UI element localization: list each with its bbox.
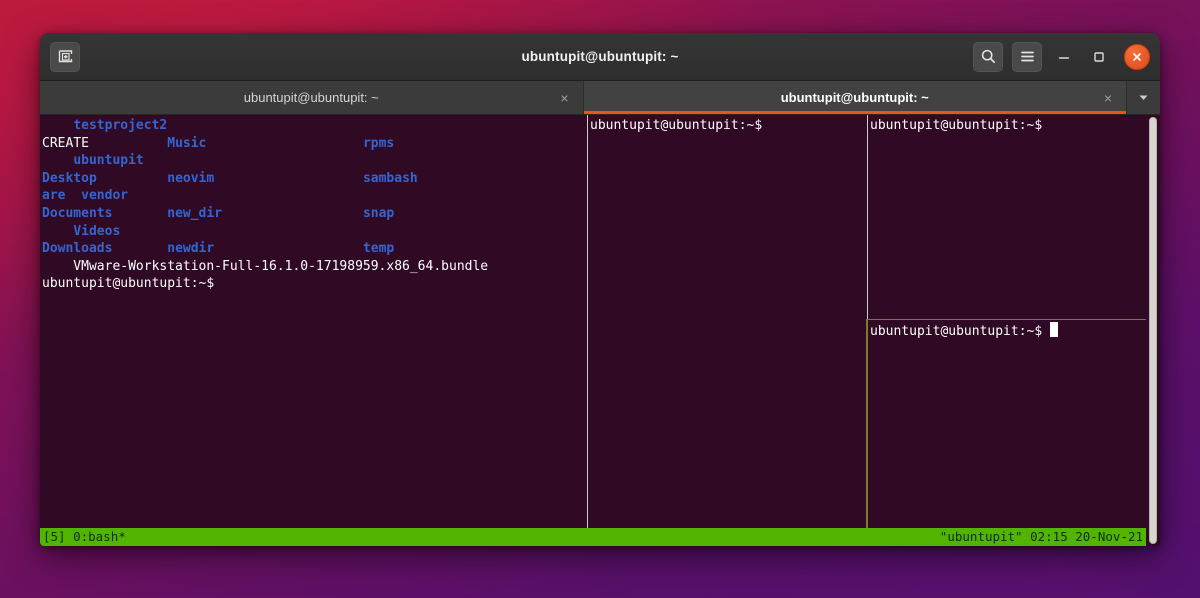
tmux-session[interactable]: testproject2 CREATE Music rpms ubuntupit… [40, 115, 1146, 546]
tab-label: ubuntupit@ubuntupit: ~ [243, 90, 379, 105]
scrollbar-thumb[interactable] [1149, 117, 1157, 544]
tab-close-button[interactable]: × [1100, 90, 1116, 106]
text-cursor [1050, 322, 1059, 337]
terminal-line: Videos [42, 223, 587, 241]
line-segment: sambash [362, 170, 418, 186]
new-tab-button[interactable] [50, 41, 80, 72]
terminal-line: VMware-Workstation-Full-16.1.0-17198959.… [42, 258, 587, 276]
terminal-prompt-line: ubuntupit@ubuntupit:~$ [42, 275, 587, 293]
tmux-pane-left[interactable]: testproject2 CREATE Music rpms ubuntupit… [40, 115, 587, 528]
line-segment: VMware-Workstation-Full-16.1.0-17198959.… [42, 258, 489, 274]
terminal-scrollbar[interactable] [1146, 115, 1160, 546]
prompt-text: ubuntupit@ubuntupit:~$ [590, 118, 763, 133]
line-segment: neovim [167, 170, 215, 186]
line-segment: new_dir [167, 205, 223, 221]
line-segment: vendor [81, 188, 129, 204]
line-segment [65, 188, 81, 203]
line-segment [112, 241, 167, 256]
prompt-text: ubuntupit@ubuntupit:~$ [870, 118, 1043, 133]
line-segment: CREATE [42, 135, 89, 151]
close-icon [1133, 52, 1141, 61]
maximize-button[interactable] [1086, 44, 1112, 70]
line-segment: ubuntupit@ubuntupit:~$ [42, 276, 215, 292]
terminal-line: are vendor [42, 187, 587, 205]
line-segment: snap [362, 205, 395, 221]
tmux-pane-right-column: ubuntupit@ubuntupit:~$ ubuntupit@ubuntup… [866, 115, 1146, 528]
line-segment: newdir [167, 241, 215, 257]
line-segment: Videos [73, 223, 121, 239]
tmux-pane-middle[interactable]: ubuntupit@ubuntupit:~$ [587, 115, 867, 528]
search-icon [981, 49, 995, 64]
line-segment: Downloads [42, 241, 113, 257]
tab-1[interactable]: ubuntupit@ubuntupit: ~ × [582, 81, 1126, 114]
line-segment [42, 153, 73, 168]
main-menu-button[interactable] [1012, 41, 1042, 72]
tmux-pane-top-right[interactable]: ubuntupit@ubuntupit:~$ [868, 115, 1146, 319]
close-button[interactable] [1124, 43, 1150, 70]
line-segment [222, 206, 363, 221]
terminal-prompt-line: ubuntupit@ubuntupit:~$ [870, 322, 1146, 341]
line-segment [97, 171, 167, 186]
tmux-status-bar: [5] 0:bash* "ubuntupit" 02:15 20-Nov-21 [40, 528, 1146, 546]
new-tab-icon [58, 50, 72, 63]
window-controls [973, 41, 1150, 72]
terminal-line: Downloads newdir temp [42, 240, 587, 258]
terminal-prompt-line: ubuntupit@ubuntupit:~$ [590, 117, 867, 135]
terminal-output-lines: testproject2 CREATE Music rpms ubuntupit… [42, 117, 587, 293]
maximize-icon [1094, 51, 1104, 62]
chevron-down-icon [1139, 95, 1148, 100]
terminal-line: Documents new_dir snap [42, 205, 587, 223]
tab-list-button[interactable] [1126, 81, 1160, 114]
tab-label: ubuntupit@ubuntupit: ~ [780, 90, 929, 105]
terminal-prompt-line: ubuntupit@ubuntupit:~$ [870, 117, 1146, 135]
line-segment: rpms [362, 135, 395, 151]
tmux-pane-bottom-right-active[interactable]: ubuntupit@ubuntupit:~$ [866, 319, 1146, 528]
tab-bar: ubuntupit@ubuntupit: ~ × ubuntupit@ubunt… [40, 81, 1160, 115]
terminal-window: ubuntupit@ubuntupit: ~ ubuntupit@ubuntup… [40, 33, 1160, 546]
tmux-status-right: "ubuntupit" 02:15 20-Nov-21 [939, 529, 1143, 544]
line-segment: Music [167, 135, 207, 151]
line-segment: temp [362, 241, 395, 257]
prompt-text: ubuntupit@ubuntupit:~$ [870, 324, 1043, 339]
hamburger-menu-icon [1020, 51, 1034, 62]
tmux-status-left: [5] 0:bash* [43, 529, 126, 544]
line-segment: testproject2 [73, 118, 168, 133]
line-segment: Desktop [42, 170, 97, 186]
desktop-background: ubuntupit@ubuntupit: ~ ubuntupit@ubuntup… [0, 0, 1200, 598]
line-segment [112, 206, 167, 221]
minimize-icon [1058, 56, 1070, 59]
line-segment [214, 241, 363, 256]
line-segment [42, 118, 73, 133]
minimize-button[interactable] [1051, 44, 1077, 70]
line-segment [89, 136, 167, 151]
window-header-bar: ubuntupit@ubuntupit: ~ [40, 33, 1160, 81]
line-segment: are [42, 188, 66, 204]
terminal-line: ubuntupit [42, 152, 587, 170]
search-button[interactable] [973, 41, 1003, 72]
line-segment [214, 171, 363, 186]
terminal-area: testproject2 CREATE Music rpms ubuntupit… [40, 115, 1160, 546]
line-segment: Documents [42, 205, 113, 221]
tmux-pane-grid: testproject2 CREATE Music rpms ubuntupit… [40, 115, 1146, 528]
line-segment [206, 136, 363, 151]
line-segment: ubuntupit [73, 153, 144, 169]
line-segment [42, 224, 73, 239]
terminal-line: Desktop neovim sambash [42, 170, 587, 188]
terminal-line: testproject2 [42, 117, 587, 135]
terminal-line: CREATE Music rpms [42, 135, 587, 153]
tab-close-button[interactable]: × [557, 90, 573, 106]
tab-0[interactable]: ubuntupit@ubuntupit: ~ × [40, 81, 583, 114]
